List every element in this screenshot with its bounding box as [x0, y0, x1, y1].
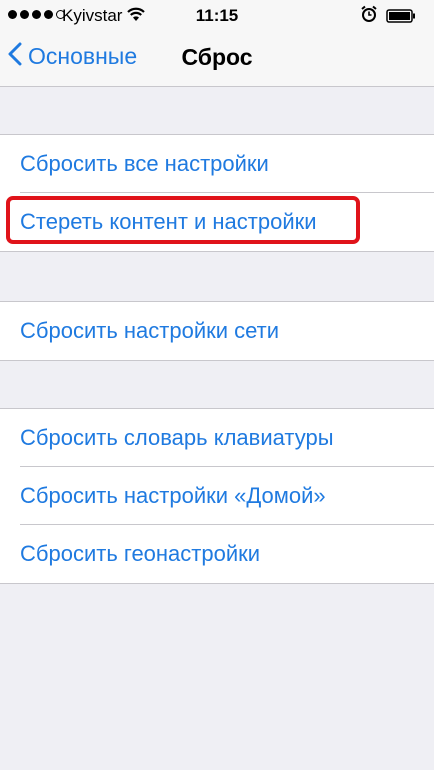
navigation-bar: Основные Сброс: [0, 32, 434, 87]
page-title-text: Сброс: [181, 44, 253, 70]
reset-keyboard-dictionary-cell[interactable]: Сбросить словарь клавиатуры: [0, 409, 434, 467]
status-bar: Kyivstar 11:15: [0, 0, 434, 32]
reset-home-layout-cell[interactable]: Сбросить настройки «Домой»: [0, 467, 434, 525]
battery-icon: [386, 8, 416, 28]
reset-all-settings-cell[interactable]: Сбросить все настройки: [0, 135, 434, 193]
page-title: Сброс: [0, 44, 434, 71]
highlight-frame: [6, 196, 360, 244]
reset-network-settings-cell[interactable]: Сбросить настройки сети: [0, 302, 434, 360]
settings-group-other: Сбросить словарь клавиатуры Сбросить нас…: [0, 408, 434, 584]
reset-location-settings-cell[interactable]: Сбросить геонастройки: [0, 525, 434, 583]
alarm-icon: [360, 5, 378, 28]
settings-group-network: Сбросить настройки сети: [0, 301, 434, 361]
